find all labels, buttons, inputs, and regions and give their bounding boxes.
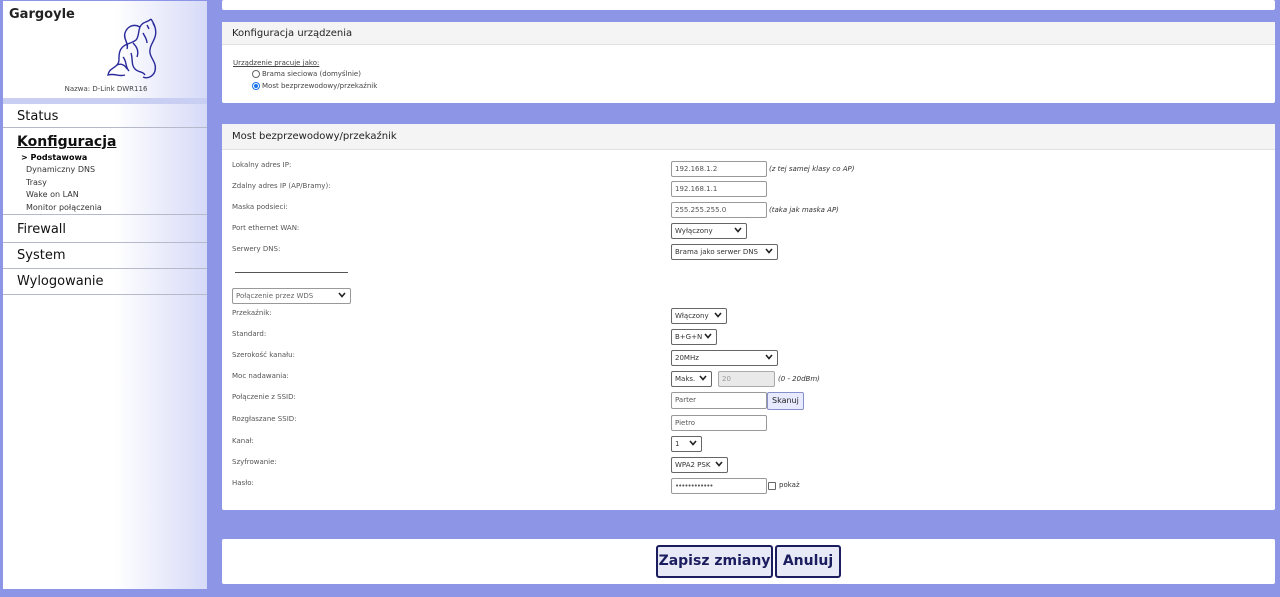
device-config-title: Konfiguracja urządzenia — [222, 22, 1275, 45]
dns-value: Brama jako serwer DNS — [675, 248, 758, 256]
device-name: Nazwa: D-Link DWR116 — [64, 85, 148, 93]
wan-port-value: Wyłączony — [675, 227, 713, 235]
nav-system-label: System — [17, 248, 66, 263]
tx-power-mode-value: Maks. — [675, 375, 696, 383]
wan-port-select[interactable]: Wyłączony — [671, 223, 747, 239]
bridge-title: Most bezprzewodowy/przekaźnik — [222, 124, 1275, 150]
channel-select[interactable]: 1 — [671, 436, 702, 452]
mask-hint: (taka jak maska AP) — [769, 206, 839, 214]
wds-select[interactable]: Połączenie przez WDS — [232, 288, 351, 304]
relay-label: Przekaźnik: — [232, 309, 272, 317]
nav-sub-monitor[interactable]: Monitor połączenia — [17, 202, 207, 214]
mask-input[interactable]: 255.255.255.0 — [671, 202, 767, 218]
sidebar: Gargoyle Nazwa: D-Link DWR116 Status Kon… — [2, 0, 208, 590]
nav-item-system[interactable]: System — [3, 243, 207, 269]
wds-value: Połączenie przez WDS — [236, 292, 314, 300]
chevron-down-icon — [714, 312, 722, 318]
nav-item-status[interactable]: Status — [3, 106, 207, 128]
nav-status-label: Status — [17, 109, 59, 124]
standard-label: Standard: — [232, 330, 267, 338]
password-label: Hasło: — [232, 479, 254, 487]
tx-power-hint: (0 - 20dBm) — [778, 375, 820, 383]
tx-power-mode-select[interactable]: Maks. — [671, 371, 712, 387]
chevron-down-icon — [704, 333, 712, 339]
scan-button[interactable]: Skanuj — [767, 392, 804, 410]
tx-power-input[interactable]: 20 — [718, 371, 775, 387]
relay-value: Włączony — [675, 312, 709, 320]
nav-item-firewall[interactable]: Firewall — [3, 217, 207, 243]
nav-item-logout[interactable]: Wylogowanie — [3, 269, 207, 295]
encryption-value: WPA2 PSK — [675, 461, 711, 469]
nav-sub-podstawowa[interactable]: > Podstawowa — [17, 152, 207, 164]
ssid-conn-input[interactable]: Parter — [671, 392, 767, 409]
show-password-label: pokaż — [779, 481, 800, 489]
standard-value: B+G+N — [675, 333, 703, 341]
nav-sub-wake-on-lan[interactable]: Wake on LAN — [17, 189, 207, 201]
radio-gateway-control[interactable] — [252, 70, 260, 78]
panel-top — [222, 0, 1275, 10]
remote-ip-label: Zdalny adres IP (AP/Bramy): — [232, 182, 331, 190]
dns-select[interactable]: Brama jako serwer DNS — [671, 244, 778, 260]
device-config-panel: Konfiguracja urządzenia Urządzenie pracu… — [222, 22, 1275, 103]
save-button[interactable]: Zapisz zmiany — [656, 545, 773, 578]
cancel-button[interactable]: Anuluj — [775, 545, 841, 578]
nav-logout-label: Wylogowanie — [17, 274, 104, 289]
chevron-down-icon — [765, 354, 773, 360]
nav-sub-dynamic-dns[interactable]: Dynamiczny DNS — [17, 164, 207, 176]
chevron-down-icon — [699, 375, 707, 381]
remote-ip-input[interactable]: 192.168.1.1 — [671, 181, 767, 197]
channel-width-select[interactable]: 20MHz — [671, 350, 778, 366]
password-input[interactable]: •••••••••••• — [671, 478, 767, 494]
local-ip-hint: (z tej samej klasy co AP) — [769, 165, 855, 173]
channel-width-label: Szerokość kanału: — [232, 351, 295, 359]
bridge-panel: Most bezprzewodowy/przekaźnik Lokalny ad… — [222, 124, 1275, 510]
chevron-down-icon — [715, 461, 723, 467]
radio-gateway-label: Brama sieciowa (domyślnie) — [262, 70, 361, 78]
actions-panel: Zapisz zmiany Anuluj — [222, 539, 1275, 584]
radio-bridge-control[interactable] — [252, 82, 260, 90]
chevron-down-icon — [689, 440, 697, 446]
ssid-conn-label: Połączenie z SSID: — [232, 393, 296, 401]
radio-gateway[interactable]: Brama sieciowa (domyślnie) — [252, 70, 361, 78]
encryption-label: Szyfrowanie: — [232, 458, 277, 466]
wan-port-label: Port ethernet WAN: — [232, 224, 300, 232]
channel-value: 1 — [675, 440, 680, 448]
brand-title: Gargoyle — [9, 7, 75, 22]
radio-bridge[interactable]: Most bezprzewodowy/przekaźnik — [252, 82, 377, 90]
chevron-down-icon — [338, 292, 346, 298]
wds-separator — [235, 272, 348, 273]
show-password-checkbox[interactable] — [768, 482, 776, 490]
relay-select[interactable]: Włączony — [671, 308, 727, 324]
chevron-down-icon — [734, 227, 742, 233]
mode-label: Urządzenie pracuje jako: — [233, 59, 320, 67]
nav-firewall-label: Firewall — [17, 222, 67, 237]
ssid-broadcast-label: Rozgłaszane SSID: — [232, 415, 297, 423]
local-ip-label: Lokalny adres IP: — [232, 161, 292, 169]
nav-sub-trasy[interactable]: Trasy — [17, 177, 207, 189]
nav-konfiguracja-label[interactable]: Konfiguracja — [17, 132, 207, 152]
radio-bridge-label: Most bezprzewodowy/przekaźnik — [262, 82, 378, 90]
gargoyle-logo-icon — [107, 18, 157, 79]
encryption-select[interactable]: WPA2 PSK — [671, 457, 728, 473]
nav-divider — [3, 98, 207, 104]
nav-item-konfiguracja: Konfiguracja > Podstawowa Dynamiczny DNS… — [3, 132, 207, 215]
ssid-broadcast-input[interactable]: Pietro — [671, 415, 767, 431]
local-ip-input[interactable]: 192.168.1.2 — [671, 161, 767, 177]
chevron-down-icon — [765, 248, 773, 254]
channel-label: Kanał: — [232, 437, 254, 445]
tx-power-label: Moc nadawania: — [232, 372, 289, 380]
standard-select[interactable]: B+G+N — [671, 329, 717, 345]
channel-width-value: 20MHz — [675, 354, 699, 362]
dns-label: Serwery DNS: — [232, 245, 281, 253]
mask-label: Maska podsieci: — [232, 203, 288, 211]
